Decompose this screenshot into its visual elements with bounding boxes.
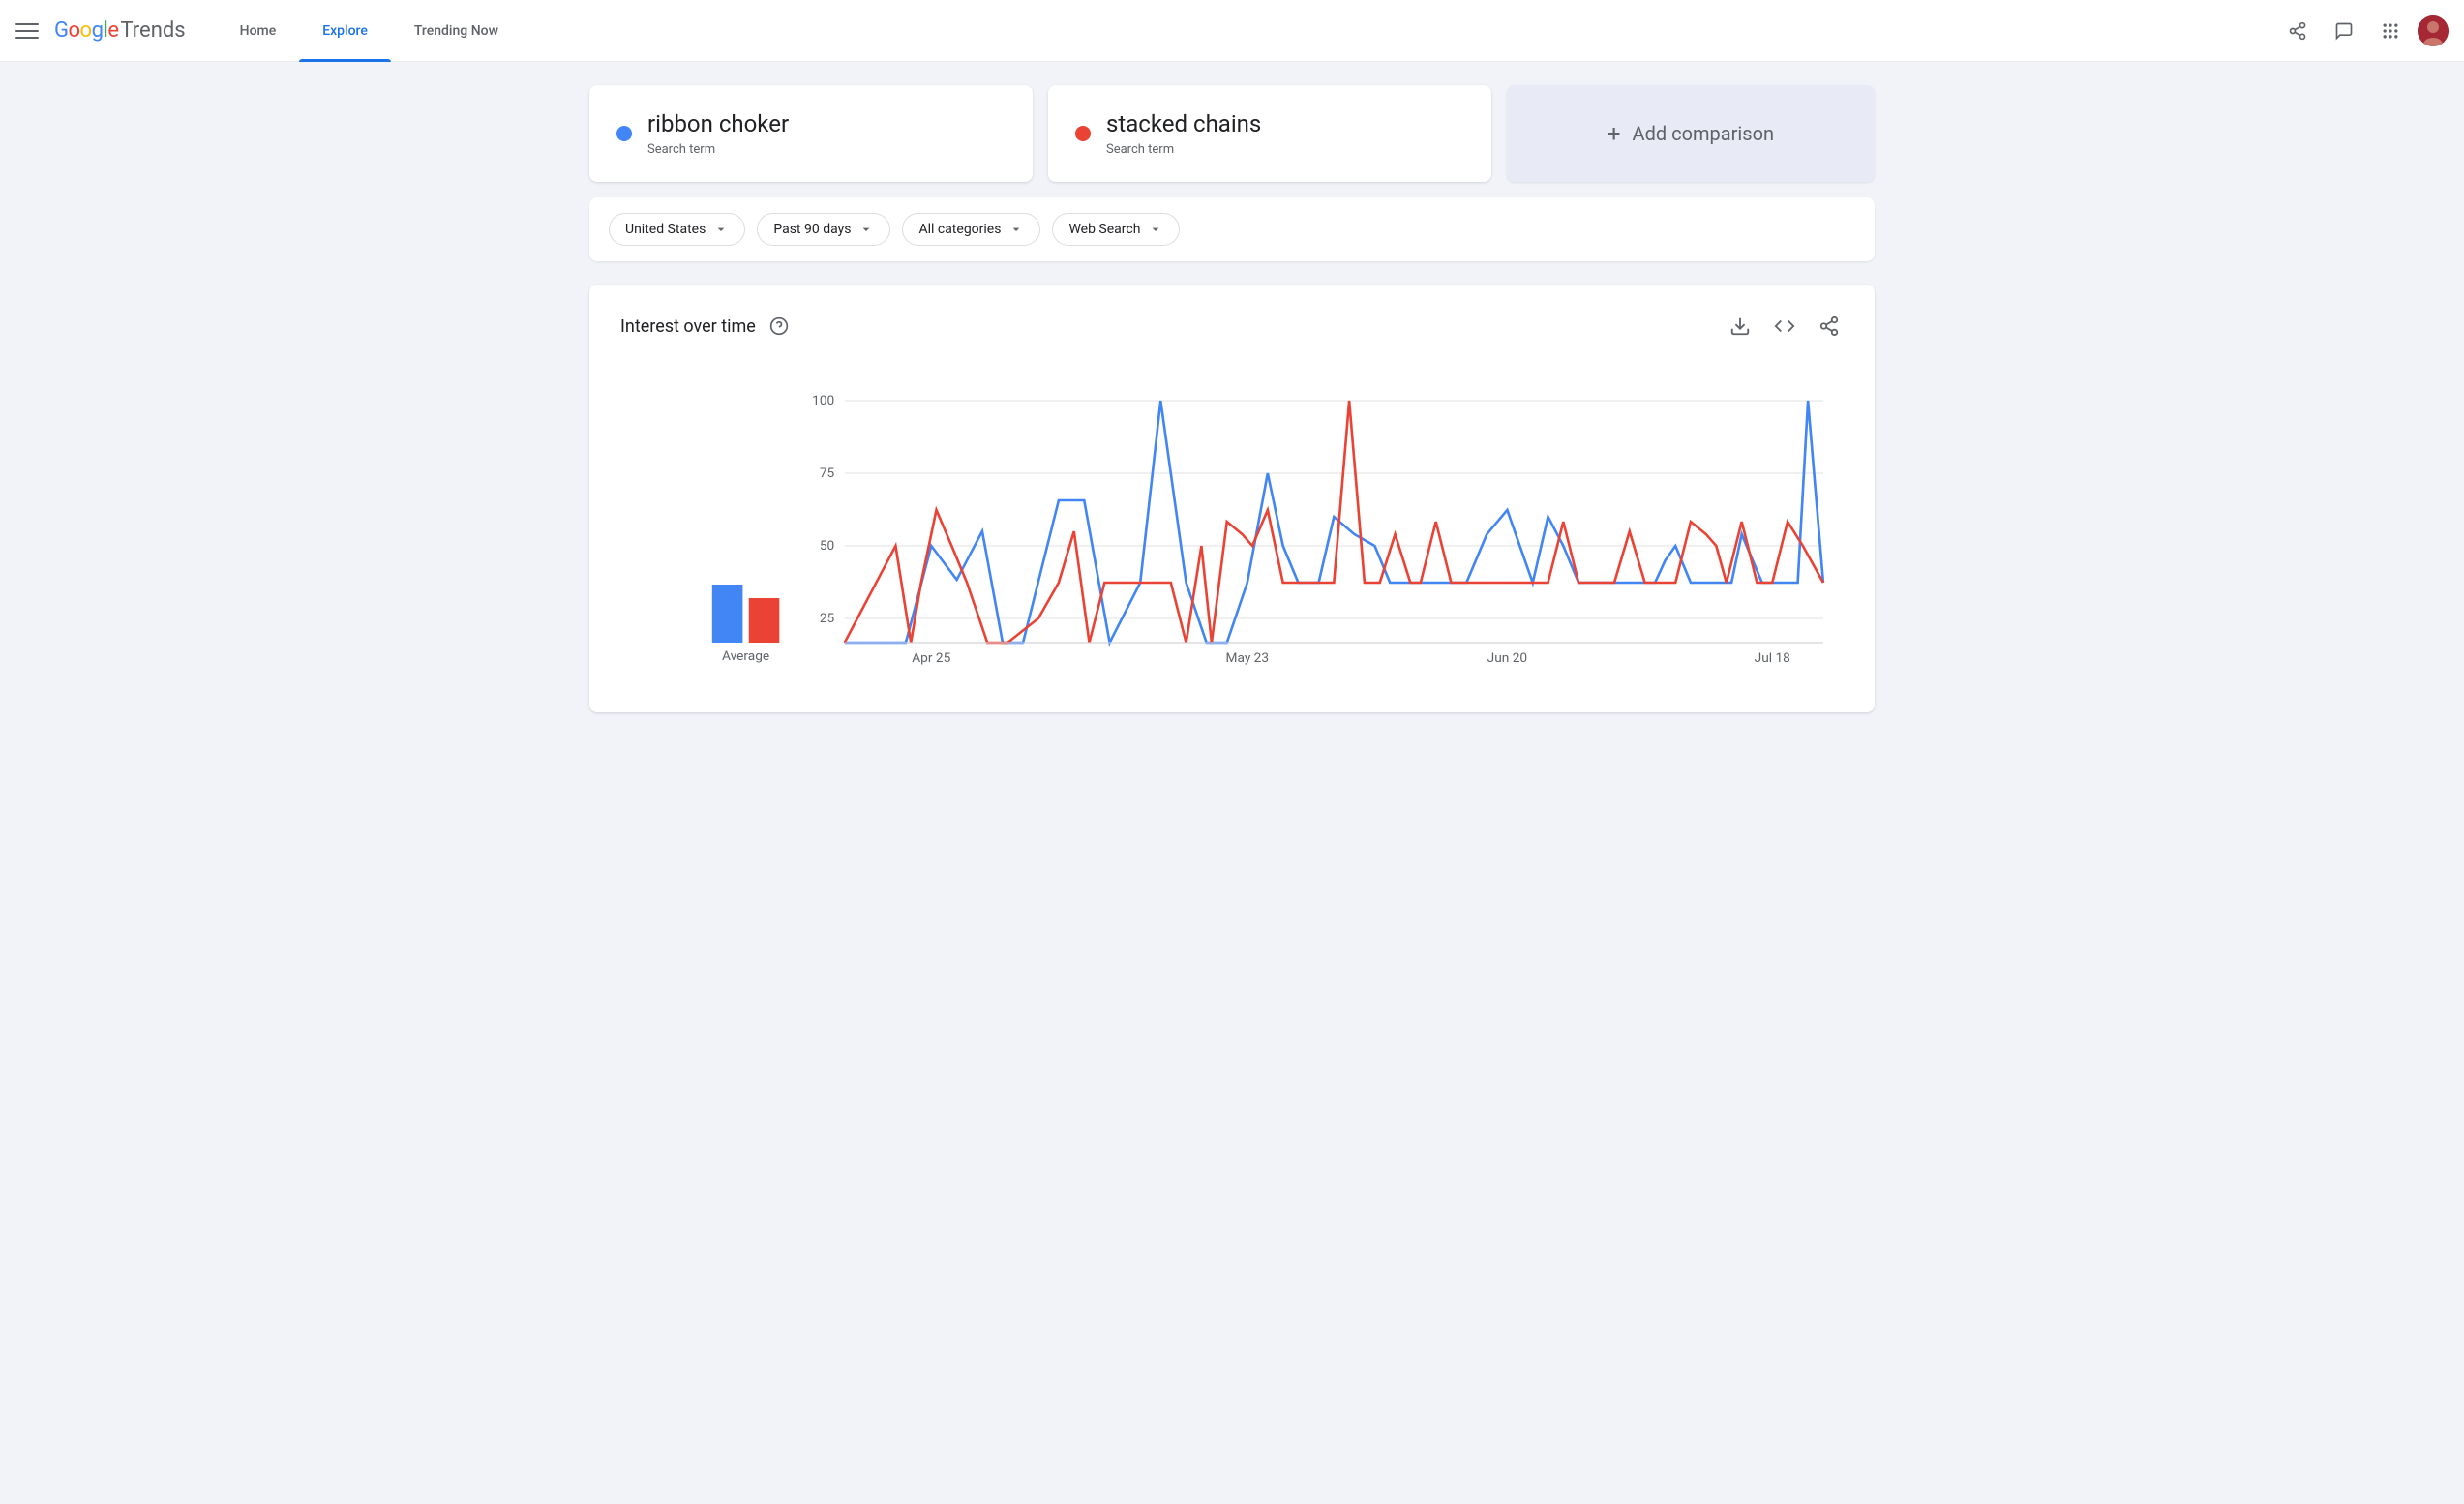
- chevron-down-icon: [1008, 222, 1024, 237]
- apps-button[interactable]: [2371, 12, 2410, 50]
- chart-title-row: Interest over time: [620, 313, 793, 340]
- chevron-down-icon: [713, 222, 729, 237]
- logo-letter-g2: g: [92, 18, 104, 43]
- chevron-down-icon: [858, 222, 874, 237]
- logo-letter-e: e: [107, 18, 118, 43]
- term1-indicator: [616, 126, 632, 141]
- filter-search-type[interactable]: Web Search: [1052, 213, 1180, 246]
- add-comparison-label: Add comparison: [1633, 122, 1775, 145]
- filter-time-label: Past 90 days: [773, 222, 851, 237]
- add-comparison-card[interactable]: + Add comparison: [1507, 85, 1875, 182]
- main-nav: Home Explore Trending Now: [217, 0, 2278, 62]
- chart-actions: [1726, 312, 1844, 341]
- chart-header: Interest over time: [620, 312, 1844, 341]
- share-button[interactable]: [2278, 12, 2317, 50]
- filters-row: United States Past 90 days All categorie…: [589, 197, 1875, 261]
- feedback-button[interactable]: [2325, 12, 2363, 50]
- filter-time[interactable]: Past 90 days: [757, 213, 890, 246]
- nav-explore[interactable]: Explore: [299, 0, 391, 62]
- download-icon: [1729, 316, 1751, 337]
- filter-category[interactable]: All categories: [902, 213, 1040, 246]
- chart-card: Interest over time: [589, 285, 1875, 712]
- nav-trending-now[interactable]: Trending Now: [391, 0, 522, 62]
- nav-home[interactable]: Home: [217, 0, 300, 62]
- chart-title: Interest over time: [620, 316, 756, 337]
- chevron-down-icon: [1148, 222, 1163, 237]
- chart-help-button[interactable]: [766, 313, 793, 340]
- term2-name: stacked chains: [1106, 110, 1261, 138]
- term2-indicator: [1075, 126, 1091, 141]
- menu-icon[interactable]: [15, 19, 39, 43]
- header: Google Trends Home Explore Trending Now: [0, 0, 2464, 62]
- search-term-card-1[interactable]: ribbon choker Search term: [589, 85, 1033, 182]
- filter-region[interactable]: United States: [609, 213, 745, 246]
- term1-name: ribbon choker: [647, 110, 789, 138]
- svg-text:Jun 20: Jun 20: [1487, 651, 1527, 666]
- search-terms-row: ribbon choker Search term stacked chains…: [589, 85, 1875, 182]
- logo-letter-o1: o: [69, 18, 80, 43]
- svg-text:Jul 18: Jul 18: [1755, 651, 1790, 666]
- embed-icon: [1774, 316, 1795, 337]
- filter-region-label: United States: [625, 222, 706, 237]
- interest-over-time-chart: 100 75 50 25 Apr 25 May 23 Jun 20 Jul 18…: [620, 372, 1844, 681]
- svg-text:May 23: May 23: [1226, 651, 1270, 666]
- embed-button[interactable]: [1770, 312, 1799, 341]
- term2-type: Search term: [1106, 142, 1261, 157]
- svg-text:Average: Average: [722, 649, 769, 664]
- svg-text:100: 100: [812, 394, 834, 408]
- add-comparison-icon: +: [1608, 120, 1621, 147]
- share-icon: [1818, 316, 1840, 337]
- logo-letter-g: G: [54, 18, 69, 43]
- help-icon: [769, 316, 789, 336]
- share-chart-button[interactable]: [1815, 312, 1844, 341]
- chart-area: 100 75 50 25 Apr 25 May 23 Jun 20 Jul 18…: [620, 372, 1844, 685]
- term2-info: stacked chains Search term: [1106, 110, 1261, 157]
- filter-search-type-label: Web Search: [1068, 222, 1140, 237]
- search-term-card-2[interactable]: stacked chains Search term: [1048, 85, 1491, 182]
- avatar[interactable]: [2418, 15, 2449, 46]
- term1-type: Search term: [647, 142, 789, 157]
- svg-text:50: 50: [820, 539, 834, 554]
- header-actions: [2278, 12, 2449, 50]
- logo-letter-o2: o: [80, 18, 92, 43]
- svg-text:75: 75: [820, 466, 834, 481]
- download-button[interactable]: [1726, 312, 1755, 341]
- svg-text:Apr 25: Apr 25: [912, 651, 950, 666]
- main-content: ribbon choker Search term stacked chains…: [574, 62, 1890, 736]
- svg-text:25: 25: [820, 612, 834, 626]
- logo[interactable]: Google Trends: [54, 18, 186, 43]
- filter-category-label: All categories: [918, 222, 1001, 237]
- logo-trends-text: Trends: [120, 18, 185, 43]
- term1-info: ribbon choker Search term: [647, 110, 789, 157]
